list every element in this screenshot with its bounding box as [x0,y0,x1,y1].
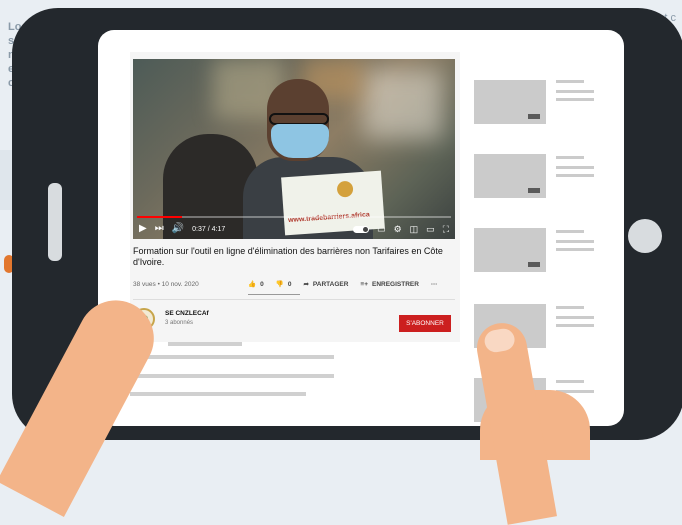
related-video-thumbnail[interactable] [474,80,546,124]
video-title: Formation sur l'outil en ligne d'élimina… [133,246,443,267]
related-video-meta-line [556,98,594,101]
share-button[interactable]: PARTAGER [313,281,349,288]
related-video-meta-line [556,248,594,251]
save-playlist-icon[interactable]: ≡+ [360,281,368,288]
video-card: www.tradebarriers.africa ▶ ⏭ 🔊 0:37 / 4:… [130,52,460,342]
progress-bar-fill [137,216,183,218]
play-icon[interactable]: ▶ [139,224,147,234]
video-actions: 👍 0 👎 0 ➦ PARTAGER ≡+ ENREGISTRER ··· [248,280,441,289]
duration-badge [528,262,540,267]
video-player[interactable]: www.tradebarriers.africa ▶ ⏭ 🔊 0:37 / 4:… [133,59,455,239]
like-count: 0 [260,280,264,288]
related-video-meta-line [556,90,594,93]
save-button[interactable]: ENREGISTRER [372,281,419,288]
related-video-meta-line [556,240,594,243]
placeholder-line [130,374,334,378]
tablet-screen: www.tradebarriers.africa ▶ ⏭ 🔊 0:37 / 4:… [98,30,624,426]
thumbs-down-icon[interactable]: 👎 [276,280,284,288]
player-controls: ▶ ⏭ 🔊 0:37 / 4:17 ▭ ⚙ ◫ ▭ ⛶ [133,219,455,239]
settings-gear-icon[interactable]: ⚙ [394,224,402,235]
next-icon[interactable]: ⏭ [155,224,164,234]
divider [133,299,455,300]
video-meta: 38 vues • 10 nov. 2020 [133,281,199,288]
placeholder-line [168,342,242,346]
related-video-title-line [556,80,584,83]
related-video-thumbnail[interactable] [474,154,546,198]
duration-badge [528,114,540,119]
related-video-meta-line [556,174,594,177]
autoplay-toggle[interactable] [353,225,370,233]
duration-badge [528,188,540,193]
miniplayer-icon[interactable]: ◫ [410,224,419,235]
like-ratio-bar [248,294,300,295]
share-icon[interactable]: ➦ [303,280,308,288]
subscribe-button[interactable]: S'ABONNER [399,315,451,332]
related-video-title-line [556,306,584,309]
fingernail [482,326,517,354]
related-video-meta-line [556,166,594,169]
related-video-meta-line [556,324,594,327]
related-video-meta-line [556,316,594,319]
fullscreen-icon[interactable]: ⛶ [443,224,449,235]
dislike-count: 0 [287,280,292,288]
subtitles-icon[interactable]: ▭ [377,224,386,235]
volume-icon[interactable]: 🔊 [172,224,184,234]
tablet-side-button [48,183,62,261]
related-video-title-line [556,230,584,233]
placeholder-line [130,355,334,359]
placeholder-line [130,392,306,396]
time-display: 0:37 / 4:17 [192,225,226,233]
tablet-home-button [628,219,662,253]
video-person-mask [271,124,329,158]
related-video-title-line [556,380,584,383]
more-icon[interactable]: ··· [431,281,438,288]
theater-icon[interactable]: ▭ [426,224,435,235]
subscriber-count: 3 abonnés [165,320,194,326]
progress-bar[interactable] [137,216,451,218]
brochure-logo [336,180,354,198]
related-video-title-line [556,156,584,159]
video-background-blur [363,69,443,139]
thumbs-up-icon[interactable]: 👍 [248,280,256,288]
channel-name[interactable]: SE CNZLECAf [165,310,209,317]
related-video-thumbnail[interactable] [474,228,546,272]
